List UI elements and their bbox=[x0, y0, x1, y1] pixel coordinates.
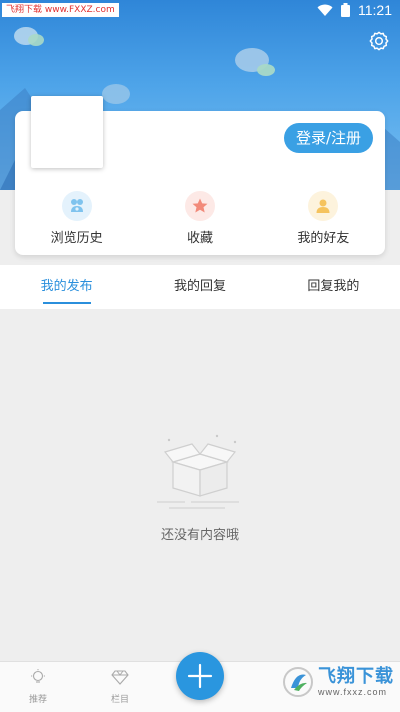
cloud-decoration bbox=[235, 48, 275, 76]
watermark-label: 飞翔下载 www.FXXZ.com bbox=[2, 3, 119, 17]
quick-item-favorites[interactable]: 收藏 bbox=[138, 191, 261, 246]
nav-label: 推荐 bbox=[28, 695, 47, 705]
cloud-decoration bbox=[14, 27, 44, 46]
quick-item-label: 收藏 bbox=[186, 231, 213, 246]
login-register-button[interactable]: 登录/注册 bbox=[283, 123, 373, 153]
content-tabs: 我的发布 我的回复 回复我的 bbox=[0, 265, 400, 309]
tab-my-posts[interactable]: 我的发布 bbox=[0, 265, 133, 309]
nav-item-recommend[interactable]: 推荐 bbox=[18, 668, 58, 705]
plus-icon bbox=[187, 663, 213, 689]
tab-replies-to-me[interactable]: 回复我的 bbox=[267, 265, 400, 309]
quick-actions: 浏览历史 收藏 我的好友 bbox=[15, 191, 385, 246]
tab-my-replies[interactable]: 我的回复 bbox=[133, 265, 266, 309]
content-area: 还没有内容哦 bbox=[0, 309, 400, 661]
quick-item-label: 我的好友 bbox=[297, 231, 350, 246]
wifi-icon bbox=[317, 4, 333, 16]
add-post-button[interactable] bbox=[176, 652, 224, 700]
quick-item-friends[interactable]: 我的好友 bbox=[262, 191, 385, 246]
status-time: 11:21 bbox=[358, 2, 392, 18]
profile-card: 登录/注册 浏览历史 收藏 我的好友 bbox=[15, 96, 385, 255]
gear-icon[interactable] bbox=[368, 30, 390, 52]
empty-box-icon bbox=[157, 434, 239, 509]
avatar[interactable] bbox=[31, 96, 103, 168]
diamond-icon bbox=[111, 670, 129, 685]
lightbulb-icon bbox=[31, 669, 45, 683]
watermark-main-text: 飞翔下载 bbox=[318, 666, 394, 687]
empty-state-text: 还没有内容哦 bbox=[160, 528, 239, 543]
nav-item-columns[interactable]: 栏目 bbox=[100, 668, 140, 705]
friends-icon bbox=[308, 191, 339, 221]
nav-label: 栏目 bbox=[110, 695, 129, 705]
star-icon bbox=[184, 191, 215, 221]
quick-item-label: 浏览历史 bbox=[50, 231, 103, 246]
watermark-logo: 飞翔下载 www.fxxz.com bbox=[282, 666, 394, 698]
battery-icon bbox=[341, 3, 350, 17]
watermark-sub-text: www.fxxz.com bbox=[318, 687, 388, 697]
quick-item-history[interactable]: 浏览历史 bbox=[15, 191, 138, 246]
status-bar: 飞翔下载 www.FXXZ.com 11:21 bbox=[0, 0, 400, 22]
watermark-logo-icon bbox=[283, 667, 313, 697]
history-icon bbox=[61, 191, 92, 221]
